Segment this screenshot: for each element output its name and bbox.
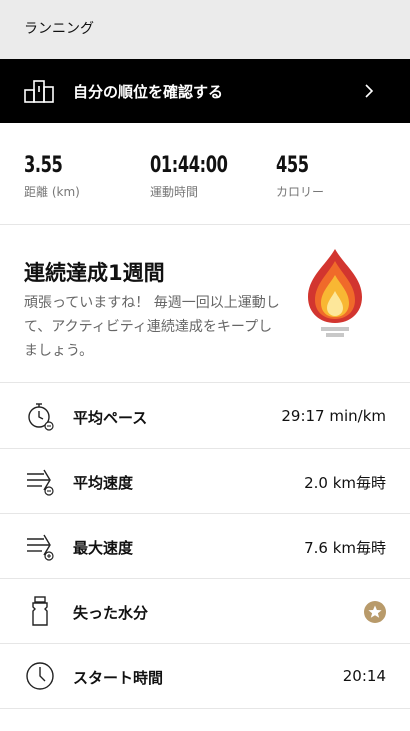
podium-icon	[24, 80, 54, 103]
max-speed-row: 最大速度 7.6 km毎時	[0, 514, 410, 579]
duration-label: 運動時間	[150, 185, 199, 199]
average-pace-value: 29:17 min/km	[281, 407, 386, 425]
duration-value: 01:44:00	[150, 153, 228, 178]
duration-stat: 01:44:00 運動時間	[150, 153, 244, 200]
streak-title: 連続達成1週間	[24, 261, 165, 285]
premium-star-badge[interactable]	[364, 601, 386, 623]
chevron-right-icon	[365, 84, 374, 98]
max-speed-label: 最大速度	[73, 539, 134, 557]
distance-value: 3.55	[24, 153, 63, 178]
fluid-loss-label: 失った水分	[73, 604, 149, 622]
star-icon	[368, 605, 382, 618]
average-speed-value: 2.0 km毎時	[304, 474, 386, 492]
top-bar: ランニング	[0, 0, 410, 59]
summary-stats: 3.55 距離 (km) 01:44:00 運動時間 455 カロリー	[0, 123, 410, 225]
flame-torch-icon	[308, 249, 362, 337]
check-ranking-button[interactable]: 自分の順位を確認する	[0, 59, 410, 123]
calories-label: カロリー	[276, 185, 325, 199]
start-time-row: スタート時間 20:14	[0, 644, 410, 709]
distance-stat: 3.55 距離 (km)	[24, 153, 80, 200]
average-speed-row: 平均速度 2.0 km毎時	[0, 449, 410, 514]
average-pace-row: 平均ペース 29:17 min/km	[0, 384, 410, 449]
streak-card: 連続達成1週間 頑張っていますね！ 毎週一回以上運動して、アクティビティ連続達成…	[0, 225, 410, 383]
start-time-label: スタート時間	[73, 669, 164, 687]
max-speed-value: 7.6 km毎時	[304, 539, 386, 557]
streak-description: 頑張っていますね！ 毎週一回以上運動して、アクティビティ連続達成をキープしましょ…	[24, 295, 280, 359]
calories-stat: 455 カロリー	[276, 153, 324, 200]
water-bottle-icon	[32, 596, 48, 626]
stopwatch-icon	[28, 403, 54, 431]
check-ranking-label: 自分の順位を確認する	[73, 83, 224, 101]
distance-label: 距離 (km)	[24, 185, 80, 199]
speed-average-icon	[27, 469, 54, 496]
average-pace-label: 平均ペース	[73, 409, 148, 427]
speed-max-icon	[27, 534, 54, 561]
calories-value: 455	[276, 153, 309, 178]
start-time-value: 20:14	[342, 667, 386, 685]
average-speed-label: 平均速度	[73, 474, 134, 492]
fluid-loss-row: 失った水分	[0, 579, 410, 644]
page-title: ランニング	[24, 21, 94, 37]
clock-icon	[26, 662, 54, 690]
